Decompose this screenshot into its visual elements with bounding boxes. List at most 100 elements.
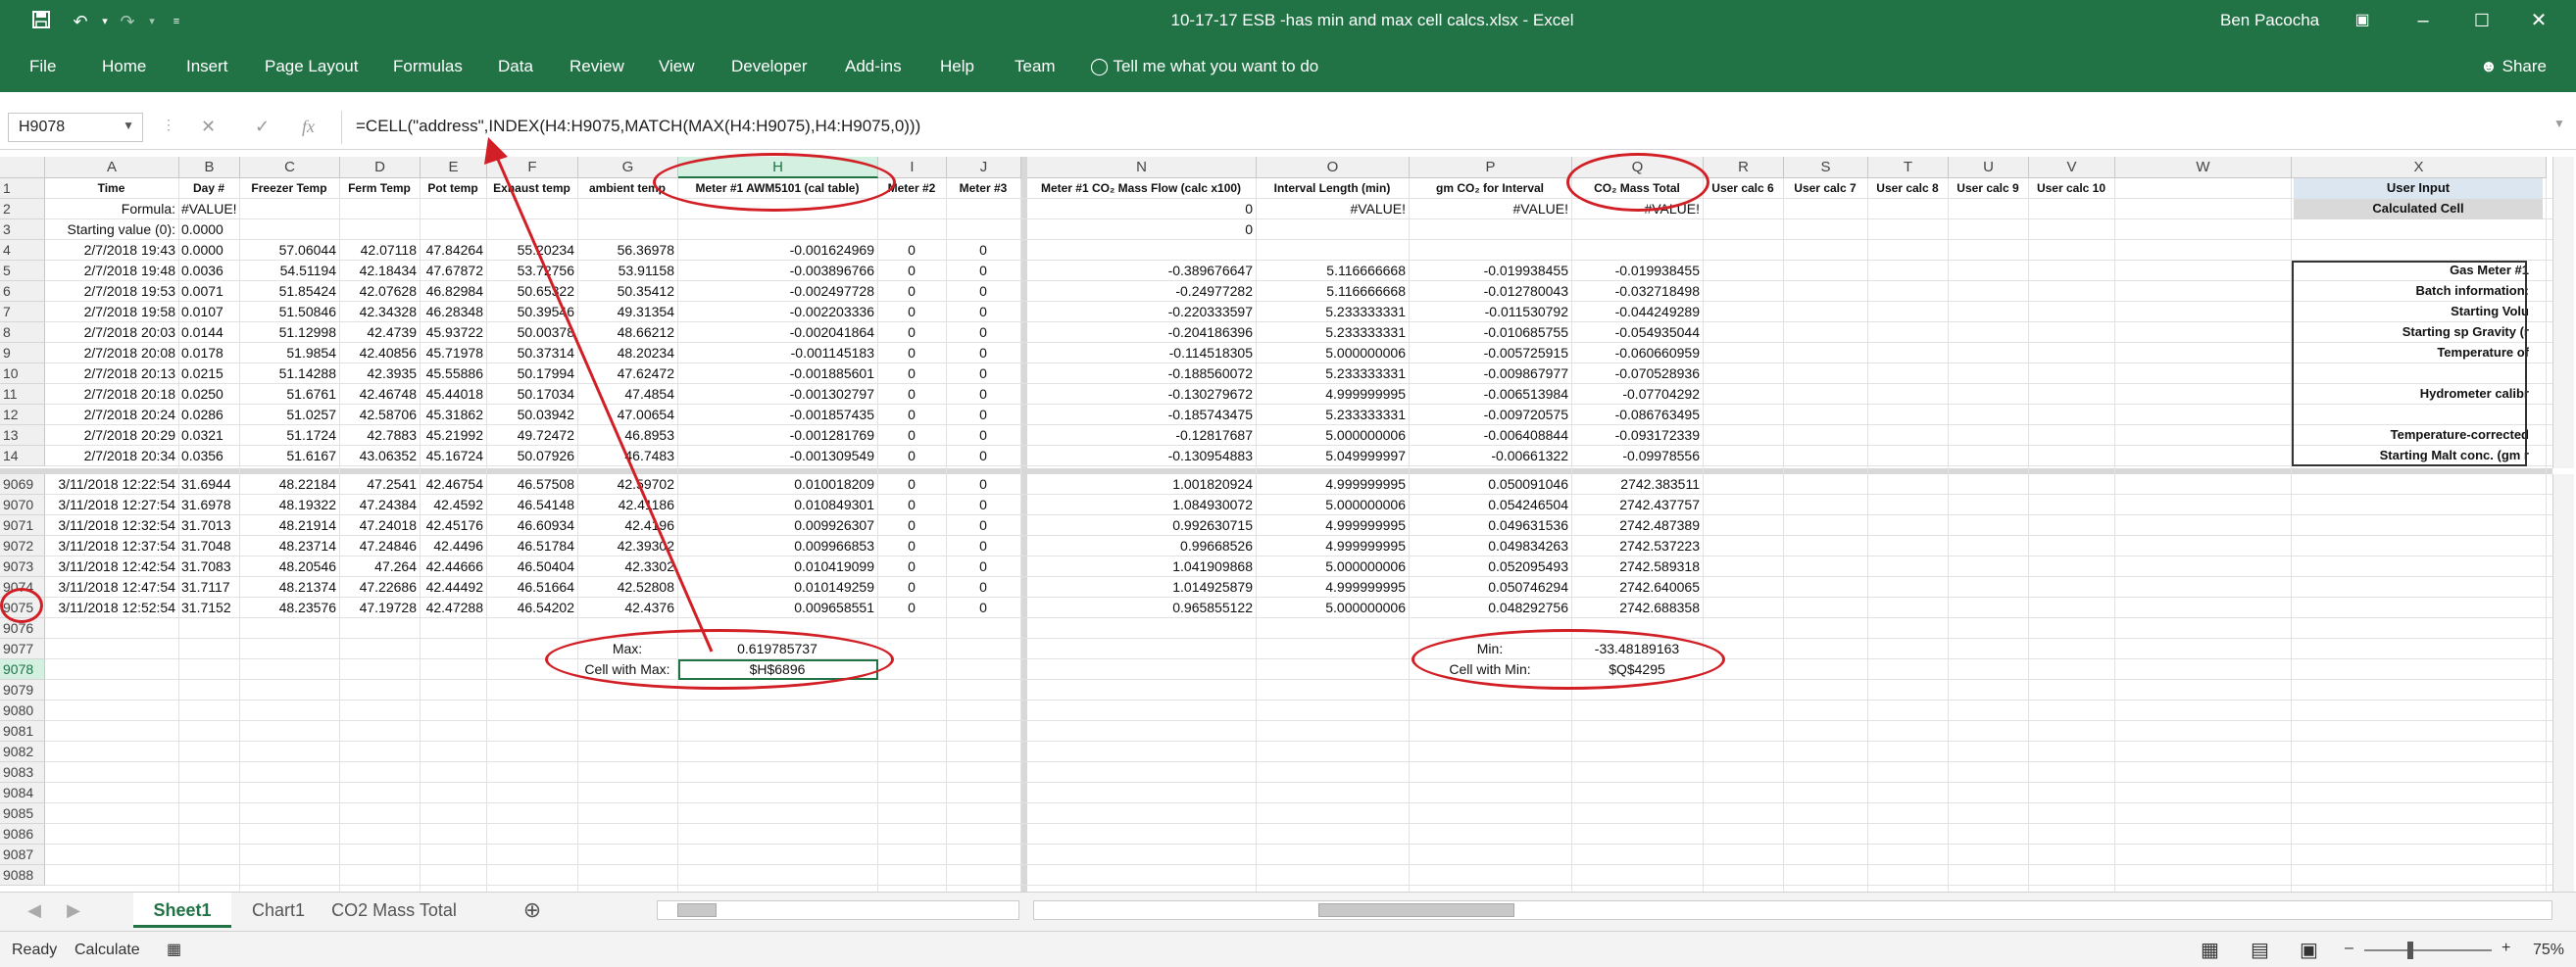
cell-g9[interactable]: 48.20234 <box>580 343 674 363</box>
cell-h11[interactable]: -0.001302797 <box>680 384 874 405</box>
cell-j13[interactable]: 0 <box>949 425 1017 446</box>
cell-d10[interactable]: 42.3935 <box>342 363 417 384</box>
cell-g10[interactable]: 47.62472 <box>580 363 674 384</box>
cell-b11[interactable]: 0.0250 <box>181 384 236 405</box>
cell-q9072[interactable]: 2742.537223 <box>1574 536 1700 556</box>
cell-p13[interactable]: -0.006408844 <box>1412 425 1568 446</box>
cell-a13[interactable]: 2/7/2018 20:29 <box>47 425 175 446</box>
cell-b4[interactable]: 0.0000 <box>181 240 236 261</box>
cell-e13[interactable]: 45.21992 <box>422 425 483 446</box>
row-header-9078[interactable]: 9078 <box>0 659 45 680</box>
cell-q6[interactable]: -0.032718498 <box>1574 281 1700 302</box>
cell-c9073[interactable]: 48.20546 <box>242 556 336 577</box>
chevron-down-icon[interactable]: ▼ <box>123 119 134 132</box>
cell-g9069[interactable]: 42.59702 <box>580 474 674 495</box>
cell-c9[interactable]: 51.9854 <box>242 343 336 363</box>
row-header-9086[interactable]: 9086 <box>0 824 45 845</box>
cell-i9073[interactable]: 0 <box>880 556 943 577</box>
row-header-9071[interactable]: 9071 <box>0 515 45 536</box>
cell-d9071[interactable]: 47.24018 <box>342 515 417 536</box>
share-button[interactable]: ☻ Share <box>2480 57 2547 76</box>
close-icon[interactable]: ✕ <box>2519 6 2558 35</box>
cell-n9071[interactable]: 0.992630715 <box>1029 515 1253 536</box>
scroll-tabs-left-icon[interactable]: ◀ <box>20 893 49 928</box>
cell-q13[interactable]: -0.093172339 <box>1574 425 1700 446</box>
cell-g13[interactable]: 46.8953 <box>580 425 674 446</box>
cell-d9[interactable]: 42.40856 <box>342 343 417 363</box>
cell-p9074[interactable]: 0.050746294 <box>1412 577 1568 598</box>
column-header-v[interactable]: V <box>2029 157 2115 178</box>
cell-e9074[interactable]: 42.44492 <box>422 577 483 598</box>
cell-i9069[interactable]: 0 <box>880 474 943 495</box>
cell-p9073[interactable]: 0.052095493 <box>1412 556 1568 577</box>
cell-b7[interactable]: 0.0107 <box>181 302 236 322</box>
cell-p9072[interactable]: 0.049834263 <box>1412 536 1568 556</box>
cell-i13[interactable]: 0 <box>880 425 943 446</box>
cell-d8[interactable]: 42.4739 <box>342 322 417 343</box>
cell-j9072[interactable]: 0 <box>949 536 1017 556</box>
cell-n10[interactable]: -0.188560072 <box>1029 363 1253 384</box>
cell-g9072[interactable]: 42.39302 <box>580 536 674 556</box>
tab-developer[interactable]: Developer <box>731 57 808 76</box>
cell-e11[interactable]: 45.44018 <box>422 384 483 405</box>
column-header-s[interactable]: S <box>1784 157 1868 178</box>
cell-a11[interactable]: 2/7/2018 20:18 <box>47 384 175 405</box>
cell-a8[interactable]: 2/7/2018 20:03 <box>47 322 175 343</box>
cell-b9070[interactable]: 31.6978 <box>181 495 236 515</box>
cell-c6[interactable]: 51.85424 <box>242 281 336 302</box>
cell-d11[interactable]: 42.46748 <box>342 384 417 405</box>
cell-x1[interactable]: User Input <box>2294 178 2543 199</box>
cell-f9074[interactable]: 46.51664 <box>489 577 574 598</box>
formula-input[interactable]: =CELL("address",INDEX(H4:H9075,MATCH(MAX… <box>341 111 2558 144</box>
redo-dropdown-icon[interactable]: ▾ <box>140 10 164 33</box>
column-header-w[interactable]: W <box>2115 157 2292 178</box>
cell-d5[interactable]: 42.18434 <box>342 261 417 281</box>
cell-c4[interactable]: 57.06044 <box>242 240 336 261</box>
zoom-level[interactable]: 75% <box>2533 942 2564 959</box>
column-header-o[interactable]: O <box>1257 157 1410 178</box>
cell-i9074[interactable]: 0 <box>880 577 943 598</box>
cell-h9070[interactable]: 0.010849301 <box>680 495 874 515</box>
cell-n9073[interactable]: 1.041909868 <box>1029 556 1253 577</box>
horizontal-scrollbar-right[interactable] <box>1033 900 2552 920</box>
scroll-tabs-right-icon[interactable]: ▶ <box>59 893 88 928</box>
cell-q9070[interactable]: 2742.437757 <box>1574 495 1700 515</box>
cell-h9075[interactable]: 0.009658551 <box>680 598 874 618</box>
cell-n5[interactable]: -0.389676647 <box>1029 261 1253 281</box>
expand-formula-icon[interactable]: ▼ <box>2553 117 2565 130</box>
cell-a10[interactable]: 2/7/2018 20:13 <box>47 363 175 384</box>
cell-q11[interactable]: -0.07704292 <box>1574 384 1700 405</box>
cell-f14[interactable]: 50.07926 <box>489 446 574 466</box>
cell-c9075[interactable]: 48.23576 <box>242 598 336 618</box>
cell-f13[interactable]: 49.72472 <box>489 425 574 446</box>
cell-d9073[interactable]: 47.264 <box>342 556 417 577</box>
row-header-1[interactable]: 1 <box>0 178 45 199</box>
ribbon-display-icon[interactable]: ▣ <box>2343 6 2382 35</box>
cell-p9071[interactable]: 0.049631536 <box>1412 515 1568 536</box>
cell-b9071[interactable]: 31.7013 <box>181 515 236 536</box>
cell-f5[interactable]: 53.72756 <box>489 261 574 281</box>
cell-h10[interactable]: -0.001885601 <box>680 363 874 384</box>
cell-j6[interactable]: 0 <box>949 281 1017 302</box>
cell-c9074[interactable]: 48.21374 <box>242 577 336 598</box>
cell-e5[interactable]: 47.67872 <box>422 261 483 281</box>
cell-q7[interactable]: -0.044249289 <box>1574 302 1700 322</box>
cell-f9072[interactable]: 46.51784 <box>489 536 574 556</box>
cell-e9075[interactable]: 42.47288 <box>422 598 483 618</box>
cell-j9075[interactable]: 0 <box>949 598 1017 618</box>
cell-e4[interactable]: 47.84264 <box>422 240 483 261</box>
cell-a6[interactable]: 2/7/2018 19:53 <box>47 281 175 302</box>
row-header-9077[interactable]: 9077 <box>0 639 45 659</box>
cell-p12[interactable]: -0.009720575 <box>1412 405 1568 425</box>
tell-me-search[interactable]: ◯ Tell me what you want to do <box>1090 57 1318 76</box>
horizontal-scrollbar-left[interactable] <box>657 900 1019 920</box>
row-header-4[interactable]: 4 <box>0 240 45 261</box>
cell-p14[interactable]: -0.00661322 <box>1412 446 1568 466</box>
cell-c9070[interactable]: 48.19322 <box>242 495 336 515</box>
cell-o10[interactable]: 5.233333331 <box>1259 363 1406 384</box>
cell-n2[interactable]: 0 <box>1029 199 1253 219</box>
cell-a9069[interactable]: 3/11/2018 12:22:54 <box>47 474 175 495</box>
cell-h9069[interactable]: 0.010018209 <box>680 474 874 495</box>
cancel-icon[interactable]: ✕ <box>201 117 216 137</box>
row-header-9079[interactable]: 9079 <box>0 680 45 701</box>
